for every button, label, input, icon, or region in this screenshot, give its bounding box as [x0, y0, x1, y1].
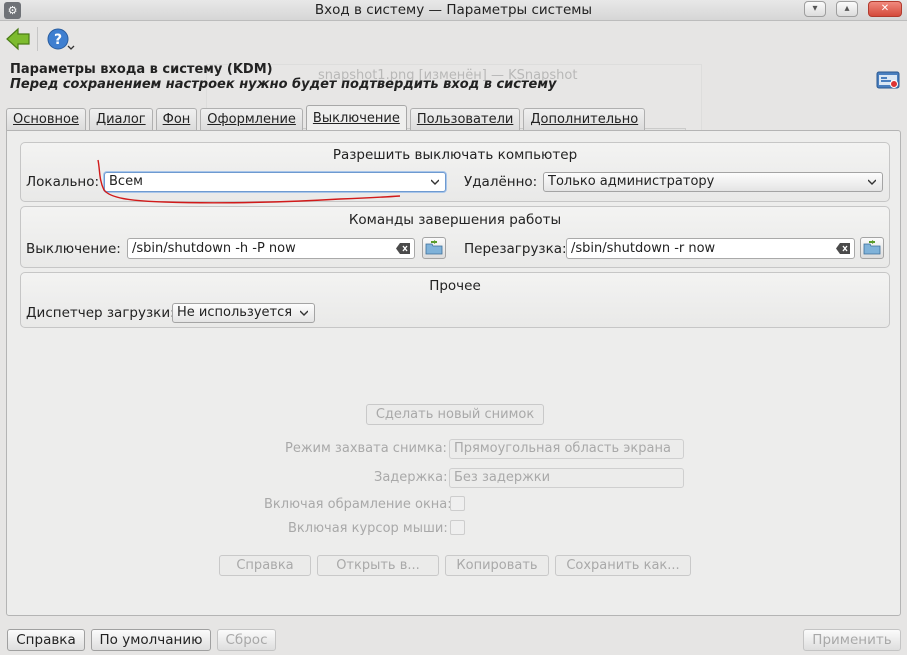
minimize-button[interactable]: ▾	[804, 1, 826, 17]
halt-command-value: /sbin/shutdown -h -P now	[132, 241, 296, 256]
back-arrow-icon[interactable]	[5, 26, 31, 52]
page-note: Перед сохранением настроек нужно будет п…	[10, 77, 557, 92]
reset-button[interactable]: Сброс	[217, 629, 276, 651]
reboot-command-value: /sbin/shutdown -r now	[571, 241, 716, 256]
maximize-button[interactable]: ▴	[836, 1, 858, 17]
tab-dialog[interactable]: Диалог	[88, 108, 153, 130]
remote-label: Удалённо:	[464, 174, 538, 190]
toolbar: ?	[0, 21, 907, 57]
window-title: Вход в систему — Параметры системы	[314, 2, 593, 18]
toolbar-separator	[37, 27, 38, 51]
halt-command-input[interactable]: /sbin/shutdown -h -P now	[127, 238, 415, 259]
chevron-down-icon	[431, 179, 439, 185]
ghost-decorations-checkbox	[450, 496, 465, 511]
remote-shutdown-value: Только администратору	[548, 174, 715, 189]
local-shutdown-value: Всем	[109, 174, 143, 189]
tab-pane-shutdown	[6, 130, 901, 616]
ghost-mode-combo: Прямоугольная область экрана	[449, 439, 684, 459]
bootmanager-label: Диспетчер загрузки:	[26, 305, 175, 321]
ghost-new-snapshot-button: Сделать новый снимок	[366, 404, 544, 425]
ghost-pointer-label: Включая курсор мыши:	[288, 521, 448, 536]
close-button[interactable]: ✕	[868, 1, 902, 17]
login-manager-icon	[876, 68, 900, 92]
local-shutdown-combo[interactable]: Всем	[104, 172, 446, 192]
ghost-save-as-button: Сохранить как...	[555, 555, 691, 576]
group-title: Команды завершения работы	[348, 212, 562, 228]
remote-shutdown-combo[interactable]: Только администратору	[543, 172, 883, 192]
browse-halt-button[interactable]	[422, 237, 446, 259]
chevron-down-icon	[868, 179, 876, 185]
help-button[interactable]: Справка	[7, 629, 85, 651]
ghost-mode-label: Режим захвата снимка:	[285, 441, 447, 456]
tab-theme[interactable]: Оформление	[200, 108, 303, 130]
folder-open-icon	[863, 240, 881, 255]
tab-bar: Основное Диалог Фон Оформление Выключени…	[6, 105, 648, 130]
page-title: Параметры входа в систему (KDM)	[10, 62, 273, 77]
folder-open-icon	[425, 240, 443, 255]
reboot-command-input[interactable]: /sbin/shutdown -r now	[566, 238, 855, 259]
bootmanager-value: Не используется	[177, 305, 293, 320]
clear-icon[interactable]	[836, 243, 850, 254]
tab-general[interactable]: Основное	[6, 108, 86, 130]
defaults-button[interactable]: По умолчанию	[91, 629, 211, 651]
bootmanager-combo[interactable]: Не используется	[172, 303, 315, 323]
ghost-copy-button: Копировать	[445, 555, 549, 576]
apply-button[interactable]: Применить	[803, 629, 901, 651]
ghost-open-with-button: Открыть в...	[317, 555, 439, 576]
ghost-delay-label: Задержка:	[374, 470, 448, 485]
ghost-decorations-label: Включая обрамление окна:	[264, 497, 452, 512]
svg-text:?: ?	[54, 32, 62, 48]
tab-background[interactable]: Фон	[155, 108, 198, 130]
browse-reboot-button[interactable]	[860, 237, 884, 259]
ghost-delay-spin: Без задержки	[449, 468, 684, 488]
reboot-label: Перезагрузка:	[464, 241, 567, 257]
tab-advanced[interactable]: Дополнительно	[523, 108, 646, 130]
tab-shutdown[interactable]: Выключение	[305, 105, 407, 130]
help-icon[interactable]: ?	[46, 27, 76, 53]
group-title: Прочее	[429, 278, 481, 294]
ghost-pointer-checkbox	[450, 520, 465, 535]
clear-icon[interactable]	[396, 243, 410, 254]
ghost-help-button: Справка	[219, 555, 311, 576]
local-label: Локально:	[26, 174, 100, 190]
tab-users[interactable]: Пользователи	[409, 108, 521, 130]
group-title: Разрешить выключать компьютер	[332, 147, 578, 163]
chevron-down-icon	[300, 310, 308, 316]
halt-label: Выключение:	[26, 241, 121, 257]
window-titlebar: ⚙ Вход в систему — Параметры системы ▾ ▴…	[0, 0, 907, 21]
